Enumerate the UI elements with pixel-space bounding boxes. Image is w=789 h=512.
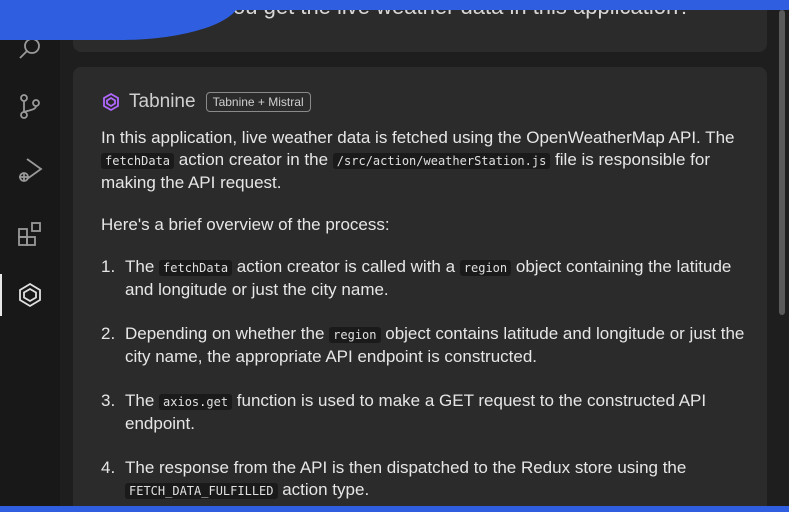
model-badge: Tabnine + Mistral: [205, 92, 311, 112]
tabnine-activity[interactable]: [0, 270, 60, 320]
source-control-icon: [20, 94, 40, 119]
chat-panel: AI how do you get the live weather data …: [60, 10, 775, 512]
list-text: The fetchData action creator is called w…: [125, 256, 751, 301]
text-span: action type.: [277, 480, 370, 499]
list-number: 1.: [101, 257, 116, 276]
text-span: action creator is called with a: [232, 257, 460, 276]
background-band: [0, 506, 789, 512]
run-debug-icon: [19, 158, 43, 182]
text-span: The: [125, 257, 160, 276]
list-item: 3. The axios.get function is used to mak…: [101, 390, 751, 435]
editor-window: AI how do you get the live weather data …: [0, 10, 789, 512]
assistant-response: In this application, live weather data i…: [101, 127, 751, 512]
inline-code: FETCH_DATA_FULFILLED: [125, 483, 278, 499]
inline-code: fetchData: [101, 153, 175, 169]
text-span: In this application, live weather data i…: [101, 128, 735, 147]
extensions-activity[interactable]: [0, 209, 60, 259]
text-span: The response from the API is then dispat…: [125, 458, 687, 477]
inline-code: region: [329, 327, 381, 343]
tabnine-icon: [19, 282, 41, 308]
assistant-name: Tabnine: [129, 91, 196, 112]
list-text: The response from the API is then dispat…: [125, 457, 751, 502]
list-item: 2. Depending on whether the region objec…: [101, 323, 751, 368]
assistant-message-card: Tabnine Tabnine + Mistral In this applic…: [73, 67, 767, 512]
extensions-icon: [18, 222, 41, 246]
text-span: action creator in the: [174, 150, 333, 169]
list-number: 3.: [101, 391, 116, 410]
list-text: Depending on whether the region object c…: [125, 323, 751, 368]
run-debug-activity[interactable]: [0, 145, 60, 195]
inline-code: axios.get: [159, 394, 233, 410]
overview-paragraph: Here's a brief overview of the process:: [101, 215, 390, 234]
chat-scrollbar[interactable]: [775, 10, 789, 512]
list-item: 4. The response from the API is then dis…: [101, 457, 751, 502]
intro-paragraph: In this application, live weather data i…: [101, 127, 751, 194]
list-item: 1. The fetchData action creator is calle…: [101, 256, 751, 301]
list-text: The axios.get function is used to make a…: [125, 390, 751, 435]
text-span: The: [125, 391, 160, 410]
activity-bar: [0, 10, 60, 512]
tabnine-logo-icon: [103, 92, 119, 112]
list-number: 2.: [101, 324, 116, 343]
list-number: 4.: [101, 458, 116, 477]
inline-code: region: [459, 260, 512, 276]
inline-code: /src/action/weatherStation.js: [332, 153, 551, 169]
source-control-activity[interactable]: [0, 81, 60, 131]
text-span: Depending on whether the: [125, 324, 330, 343]
assistant-header: Tabnine Tabnine + Mistral: [101, 91, 311, 113]
inline-code: fetchData: [159, 260, 233, 276]
scrollbar-thumb[interactable]: [779, 10, 785, 315]
